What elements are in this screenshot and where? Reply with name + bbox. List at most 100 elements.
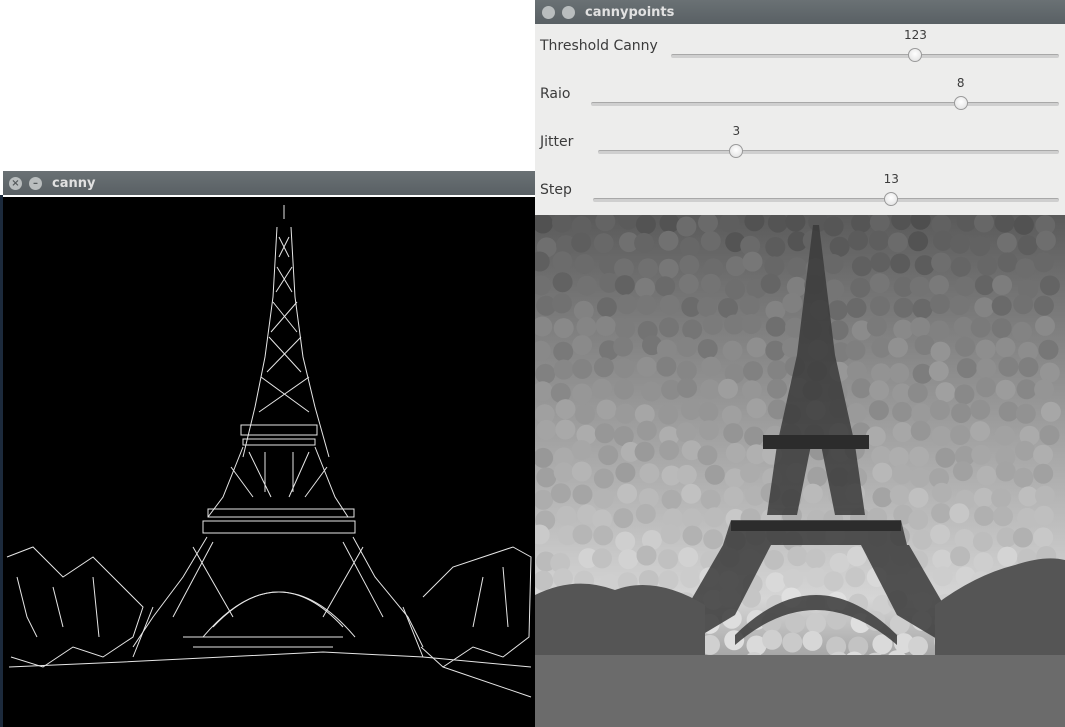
dot [823,254,844,274]
dot [929,320,950,341]
dot [992,275,1013,295]
cannypoints-titlebar[interactable]: cannypoints [535,0,1065,24]
dot [555,419,576,440]
slider-handle[interactable] [908,48,923,62]
dot [765,237,786,257]
dot [892,401,913,422]
dot [1012,527,1033,548]
dot [682,525,703,546]
dot [995,379,1016,400]
dot [679,255,700,275]
dot [892,422,913,443]
slider-handle[interactable] [729,144,744,158]
dot [741,314,762,334]
dot [656,356,677,377]
dot [1016,379,1037,400]
dot [949,503,970,524]
dot [935,382,956,403]
dot [950,425,971,445]
trackbar-panel: Threshold Canny 123 Raio 8 Jitter 3 Step… [535,24,1065,215]
minimize-icon[interactable]: – [29,176,42,190]
dot [829,552,850,573]
dot [909,276,930,297]
dot [954,529,975,549]
dot [618,549,639,570]
dot [1039,425,1060,446]
close-icon[interactable] [542,5,555,19]
dot [806,567,827,588]
dot [676,464,697,485]
dot [872,487,893,508]
canny-titlebar[interactable]: × – canny [3,171,535,195]
dot [1033,505,1054,526]
dot [553,359,574,380]
dot [659,317,679,338]
dot [970,236,991,257]
dot [908,509,929,530]
dot [635,277,655,298]
dot [572,524,593,545]
dot [908,231,929,252]
dot [741,380,762,401]
dot [995,337,1016,358]
dot [760,273,781,294]
dot [634,232,655,253]
dot [995,461,1016,482]
dot [956,358,977,379]
dot [704,507,725,528]
dot [911,403,932,424]
dot [555,399,576,420]
dot [704,464,725,485]
dot [596,297,617,318]
slider-handle[interactable] [884,192,899,206]
dot [742,251,763,272]
dot [660,524,681,545]
dot [954,384,975,405]
dot [908,487,929,508]
dot [592,548,612,569]
dot [783,569,804,589]
dot [700,379,721,400]
dot [929,400,950,420]
dot [1015,403,1036,424]
close-icon[interactable]: × [9,176,22,190]
slider-track[interactable] [591,102,1059,106]
dot [740,462,761,483]
dot [658,230,679,251]
minimize-icon[interactable] [562,5,575,19]
dot [636,356,657,377]
dot [765,340,786,361]
dot [909,446,930,467]
dot [676,360,697,381]
dot [931,482,952,503]
dot [888,447,909,467]
dot [1038,339,1059,360]
dot [535,363,556,384]
slider-track[interactable] [593,198,1059,202]
dot [595,316,616,336]
slider-handle[interactable] [953,96,968,110]
slider-track[interactable] [598,150,1059,154]
slider-track[interactable] [671,54,1059,58]
dot [910,420,931,441]
dot [698,401,719,422]
dot [1039,275,1060,296]
dot [1033,252,1054,273]
dot [931,252,952,273]
dot [744,426,765,447]
dot [697,445,718,466]
dot [970,421,991,442]
dot [997,546,1018,567]
dot [682,508,702,529]
dot [912,529,933,550]
cannypoints-window: cannypoints Threshold Canny 123 Raio 8 J… [535,0,1065,727]
dot [952,461,973,482]
dot [680,568,701,589]
dot [928,361,949,382]
dot [930,524,951,545]
dot [551,293,572,314]
dot [767,378,787,399]
dot [850,277,871,298]
dot [550,483,571,504]
dot [739,295,760,316]
